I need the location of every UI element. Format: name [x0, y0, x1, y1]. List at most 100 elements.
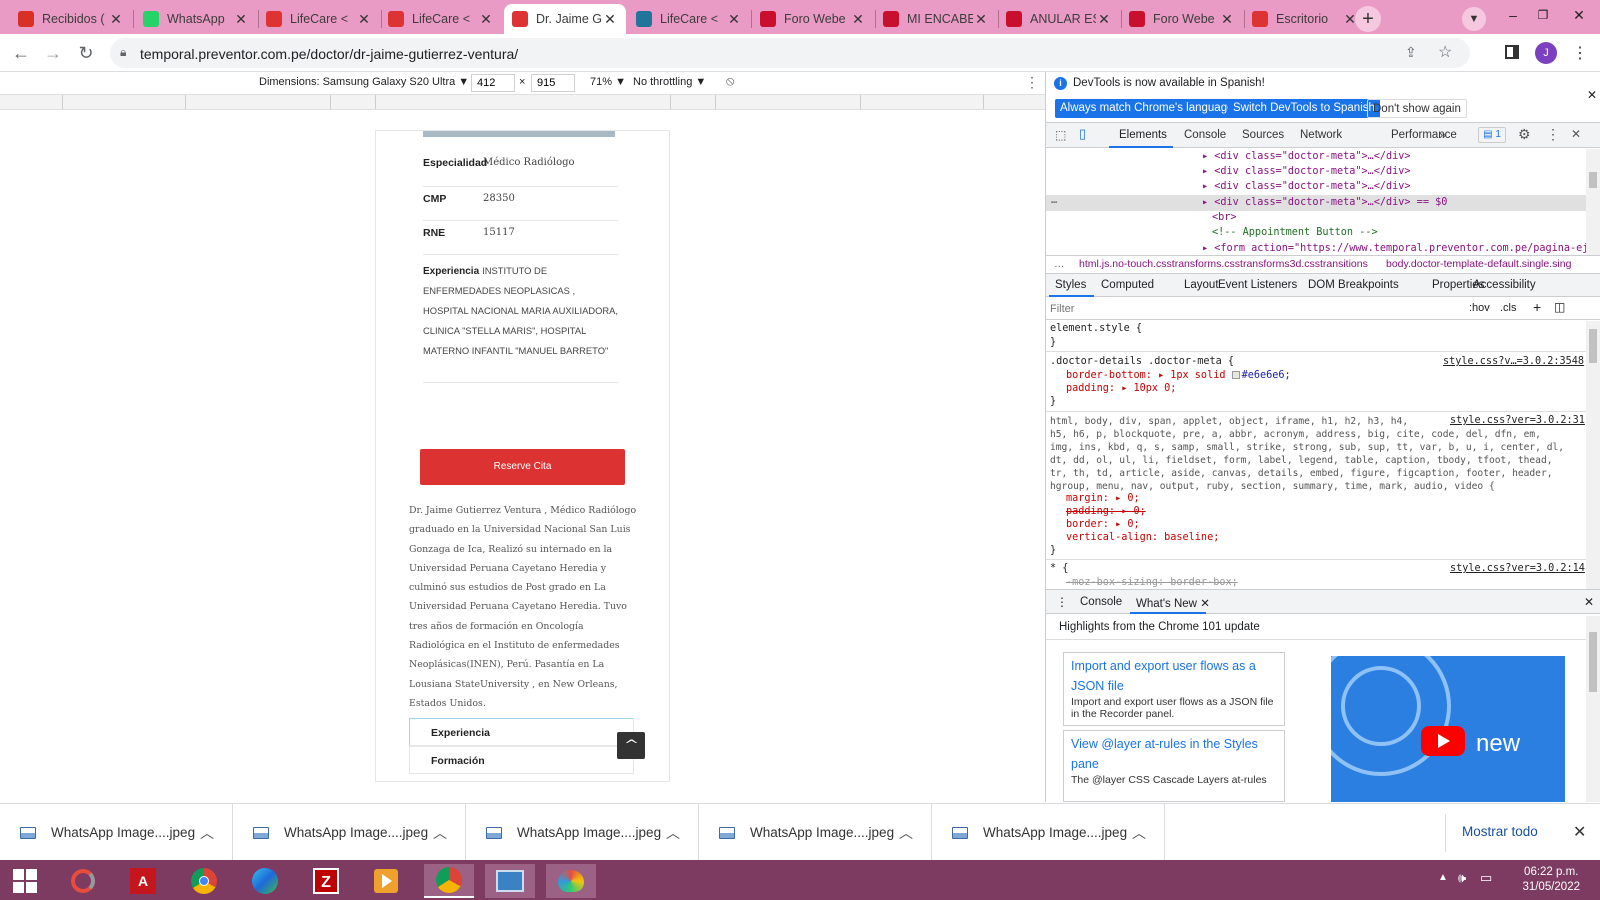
throttling-select[interactable]: No throttling ▼: [633, 76, 706, 88]
windows-start-icon[interactable]: [2, 864, 48, 898]
close-tab-icon[interactable]: ✕: [356, 11, 372, 28]
close-downloads-icon[interactable]: ✕: [1573, 822, 1586, 842]
tab-event-listeners[interactable]: Event Listeners: [1218, 279, 1297, 291]
address-bar[interactable]: 🔒︎ temporal.preventor.com.pe/doctor/dr-j…: [110, 38, 1470, 68]
dom-comment[interactable]: <!-- Appointment Button -->: [1212, 227, 1378, 238]
settings-gear-icon[interactable]: ⚙: [1518, 126, 1531, 143]
tab-layout[interactable]: Layout: [1184, 279, 1219, 291]
close-drawer-icon[interactable]: ✕: [1584, 595, 1594, 609]
dont-show-button[interactable]: Don't show again: [1367, 99, 1467, 118]
taskbar-clock[interactable]: 06:22 p.m. 31/05/2022: [1522, 865, 1580, 895]
back-to-top-button[interactable]: ^: [617, 732, 645, 759]
browser-tab[interactable]: ANULAR ES ✕: [998, 4, 1120, 34]
style-property-overridden[interactable]: -moz-box-sizing: border-box;: [1066, 577, 1238, 588]
browser-tab[interactable]: Foro Webe ✕: [752, 4, 874, 34]
browser-tab[interactable]: Dr. Jaime G ✕: [504, 4, 626, 34]
browser-tab[interactable]: Recibidos (✕: [10, 4, 132, 34]
acrobat-icon[interactable]: A: [120, 864, 166, 898]
tab-computed[interactable]: Computed: [1101, 279, 1154, 291]
rotate-icon[interactable]: ⦸: [726, 73, 734, 89]
show-all-downloads-button[interactable]: Mostrar todo: [1462, 824, 1538, 839]
device-width-input[interactable]: [471, 74, 515, 92]
browser-tab[interactable]: LifeCare < ✕: [380, 4, 502, 34]
sidebar-toggle-icon[interactable]: ◫: [1554, 300, 1565, 314]
reserve-appointment-button[interactable]: Reserve Cita: [420, 449, 625, 485]
dom-node-selected[interactable]: ▸ <div class="doctor-meta">…</div> == $0: [1202, 197, 1447, 208]
device-height-input[interactable]: [531, 74, 575, 92]
tab-network[interactable]: Network: [1300, 129, 1342, 141]
dom-node[interactable]: ▸ <div class="doctor-meta">…</div>: [1202, 166, 1411, 177]
edge-icon[interactable]: [242, 864, 288, 898]
news-card[interactable]: View @layer at-rules in the Styles pane …: [1063, 730, 1285, 802]
device-dimensions-select[interactable]: Dimensions: Samsung Galaxy S20 Ultra ▼: [259, 76, 469, 88]
explorer-window-icon[interactable]: [485, 864, 535, 898]
tray-chevron-icon[interactable]: ▲: [1438, 872, 1448, 883]
style-property[interactable]: margin: ▸ 0;: [1066, 493, 1140, 504]
news-title-link[interactable]: Import and export user flows as a JSON f…: [1071, 656, 1277, 696]
style-rule-selector[interactable]: * {: [1050, 563, 1068, 574]
network-icon[interactable]: ▭: [1480, 870, 1492, 886]
new-tab-button[interactable]: +: [1355, 6, 1381, 32]
hov-toggle[interactable]: :hov: [1469, 302, 1490, 314]
styles-filter-input[interactable]: [1050, 300, 1450, 317]
menu-kebab-icon[interactable]: ⋮: [1572, 43, 1588, 63]
close-tab-icon[interactable]: ✕: [726, 11, 742, 28]
breadcrumb-body[interactable]: body.doctor-template-default.single.sing: [1386, 258, 1571, 270]
devtools-menu-icon[interactable]: ⋮: [1546, 126, 1560, 143]
close-window-button[interactable]: ✕: [1556, 0, 1600, 30]
close-tab-icon[interactable]: ✕: [602, 11, 618, 28]
drawer-scrollbar[interactable]: [1586, 616, 1600, 802]
inspect-icon[interactable]: ⬚: [1055, 128, 1066, 142]
dom-node[interactable]: ▸ <form action="https://www.temporal.pre…: [1202, 243, 1586, 254]
chevron-up-icon[interactable]: ︿: [666, 823, 680, 843]
breadcrumb-html[interactable]: html.js.no-touch.csstransforms.csstransf…: [1079, 258, 1368, 270]
download-item[interactable]: WhatsApp Image....jpeg ︿: [233, 804, 466, 861]
share-icon[interactable]: ⇪: [1405, 44, 1417, 61]
forward-icon[interactable]: →: [40, 40, 66, 66]
avatar[interactable]: J: [1535, 42, 1557, 64]
tab-performance[interactable]: Performance: [1391, 129, 1457, 141]
drawer-tab-console[interactable]: Console: [1080, 596, 1122, 608]
download-item[interactable]: WhatsApp Image....jpeg ︿: [466, 804, 699, 861]
style-rule-element[interactable]: element.style {: [1050, 323, 1142, 334]
close-tab-icon[interactable]: ✕: [850, 11, 866, 28]
back-icon[interactable]: ←: [8, 40, 34, 66]
filezilla-icon[interactable]: Z: [303, 864, 349, 898]
tab-sources[interactable]: Sources: [1242, 129, 1284, 141]
device-toggle-icon[interactable]: ▯: [1079, 126, 1086, 142]
lock-icon[interactable]: 🔒︎: [120, 45, 126, 60]
close-tab-icon[interactable]: ✕: [973, 11, 989, 28]
tab-elements[interactable]: Elements: [1119, 129, 1167, 141]
close-tab-icon[interactable]: ✕: [1219, 11, 1235, 28]
style-rule-selector[interactable]: .doctor-details .doctor-meta {: [1050, 356, 1234, 367]
styles-scrollbar[interactable]: [1586, 321, 1600, 589]
switch-spanish-button[interactable]: Switch DevTools to Spanish: [1228, 99, 1380, 118]
close-devtools-icon[interactable]: ✕: [1571, 127, 1581, 141]
dom-node[interactable]: ▸ <div class="doctor-meta">…</div>: [1202, 151, 1411, 162]
chevron-up-icon[interactable]: ︿: [899, 823, 913, 843]
download-item[interactable]: WhatsApp Image....jpeg ︿: [699, 804, 932, 861]
device-menu-icon[interactable]: ⋮: [1025, 74, 1039, 91]
tab-dom-breakpoints[interactable]: DOM Breakpoints: [1308, 279, 1399, 291]
browser-tab[interactable]: LifeCare < ✕: [628, 4, 750, 34]
media-query-ruler[interactable]: [0, 94, 1045, 110]
news-card[interactable]: Import and export user flows as a JSON f…: [1063, 652, 1285, 726]
close-tab-icon[interactable]: ✕: [233, 11, 249, 28]
paint-icon[interactable]: [546, 864, 596, 898]
news-title-link[interactable]: View @layer at-rules in the Styles pane: [1071, 734, 1277, 774]
style-source-link[interactable]: style.css?v…=3.0.2:3548: [1443, 356, 1584, 367]
chevron-up-icon[interactable]: ︿: [1132, 823, 1146, 843]
accordion-experience[interactable]: Experiencia: [409, 718, 634, 746]
tab-console[interactable]: Console: [1184, 129, 1226, 141]
browser-tab[interactable]: WhatsApp ✕: [135, 4, 257, 34]
tab-accessibility[interactable]: Accessibility: [1473, 279, 1536, 291]
add-rule-icon[interactable]: +: [1533, 299, 1541, 315]
whats-new-video[interactable]: new: [1331, 656, 1565, 802]
download-item[interactable]: WhatsApp Image....jpeg ︿: [0, 804, 233, 861]
style-rule-selector[interactable]: html, body, div, span, applet, object, i…: [1050, 415, 1564, 493]
close-tab-icon[interactable]: ✕: [1096, 11, 1112, 28]
drawer-menu-icon[interactable]: ⋮: [1056, 595, 1068, 609]
dom-node[interactable]: <br>: [1212, 212, 1237, 223]
dom-node[interactable]: ▸ <div class="doctor-meta">…</div>: [1202, 181, 1411, 192]
reload-icon[interactable]: ↻: [73, 40, 99, 66]
